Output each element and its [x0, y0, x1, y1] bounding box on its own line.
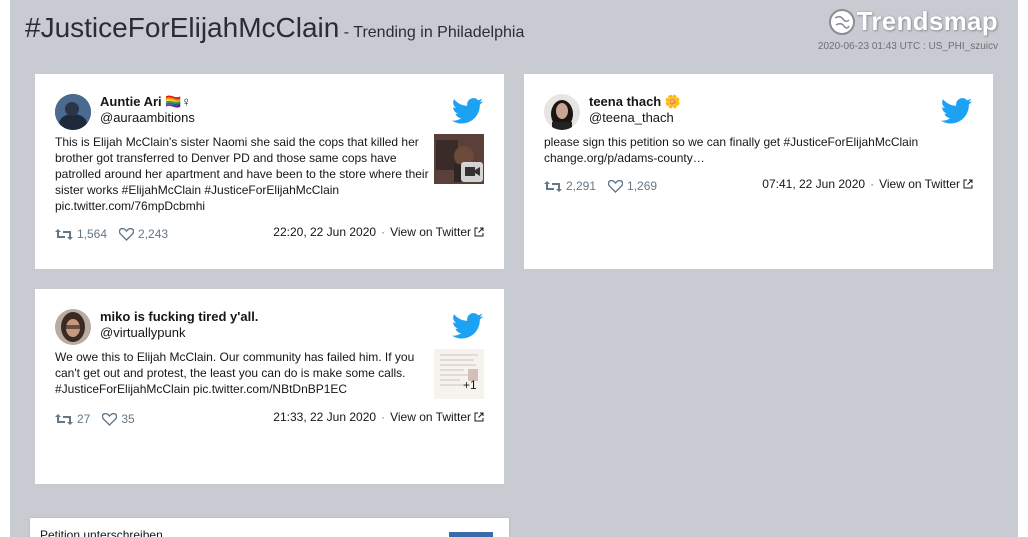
- retweet-count-value: 1,564: [77, 227, 108, 241]
- like-count-value: 35: [121, 412, 135, 426]
- tweet-time[interactable]: 22:20, 22 Jun 2020: [273, 225, 376, 239]
- petition-thumbnail[interactable]: [449, 532, 493, 537]
- external-link-icon: [963, 179, 973, 189]
- retweet-count[interactable]: 1,564: [55, 227, 107, 241]
- tweet-meta: 07:41, 22 Jun 2020 · View on Twitter: [762, 177, 973, 191]
- like-count-value: 1,269: [627, 179, 658, 193]
- avatar[interactable]: [55, 94, 91, 130]
- tweet-media-thumbnail[interactable]: +1: [434, 349, 484, 399]
- like-count[interactable]: 1,269: [608, 179, 657, 193]
- globe-icon: [828, 8, 855, 35]
- user-handle[interactable]: @virtuallypunk: [100, 325, 185, 340]
- petition-label[interactable]: Petition unterschreiben: [40, 528, 163, 537]
- trendsmap-logo[interactable]: Trendsmap: [828, 6, 998, 37]
- like-count-value: 2,243: [138, 227, 169, 241]
- tweet-stats: 2,291 1,269: [544, 179, 669, 193]
- retweet-icon: [55, 228, 73, 240]
- external-link-icon: [474, 227, 484, 237]
- tweet-meta: 21:33, 22 Jun 2020 · View on Twitter: [273, 410, 484, 424]
- heart-icon: [102, 412, 118, 426]
- tweet-stats: 1,564 2,243: [55, 227, 180, 241]
- separator-dot: ·: [870, 177, 875, 191]
- trendsmap-frame: #JusticeForElijahMcClain - Trending in P…: [10, 0, 1018, 537]
- retweet-count[interactable]: 27: [55, 412, 90, 426]
- hashtag-title[interactable]: #JusticeForElijahMcClain: [25, 12, 339, 43]
- twitter-bird-icon[interactable]: [452, 98, 484, 124]
- view-on-twitter-link[interactable]: View on Twitter: [879, 177, 960, 191]
- avatar[interactable]: [55, 309, 91, 345]
- retweet-count[interactable]: 2,291: [544, 179, 596, 193]
- tweet-text: please sign this petition so we can fina…: [544, 135, 919, 165]
- user-handle[interactable]: @auraambitions: [100, 110, 195, 125]
- separator-dot: ·: [381, 225, 386, 239]
- tweet-media-thumbnail[interactable]: [434, 134, 484, 184]
- petition-card[interactable]: Petition unterschreiben: [30, 518, 509, 537]
- heart-icon: [608, 179, 624, 193]
- more-media-count: +1: [463, 378, 477, 392]
- tweet-card: miko is fucking tired y'all. @virtuallyp…: [35, 289, 504, 484]
- tweet-text: This is Elijah McClain's sister Naomi sh…: [55, 135, 429, 213]
- page-title: #JusticeForElijahMcClain - Trending in P…: [25, 12, 524, 44]
- trending-location: - Trending in Philadelphia: [339, 24, 525, 41]
- retweet-icon: [55, 413, 73, 425]
- view-on-twitter-link[interactable]: View on Twitter: [390, 225, 471, 239]
- retweet-count-value: 27: [77, 412, 91, 426]
- tweet-text: We owe this to Elijah McClain. Our commu…: [55, 350, 415, 396]
- tweet-meta: 22:20, 22 Jun 2020 · View on Twitter: [273, 225, 484, 239]
- twitter-bird-icon[interactable]: [941, 98, 973, 124]
- tweet-card: Auntie Ari 🏳️‍🌈♀ @auraambitions This is …: [35, 74, 504, 269]
- twitter-bird-icon[interactable]: [452, 313, 484, 339]
- like-count[interactable]: 2,243: [119, 227, 168, 241]
- like-count[interactable]: 35: [102, 412, 135, 426]
- tweet-time[interactable]: 07:41, 22 Jun 2020: [762, 177, 865, 191]
- retweet-count-value: 2,291: [566, 179, 597, 193]
- timestamp-location: 2020-06-23 01:43 UTC : US_PHI_szuicv: [817, 41, 998, 52]
- tweet-time[interactable]: 21:33, 22 Jun 2020: [273, 410, 376, 424]
- retweet-icon: [544, 180, 562, 192]
- user-handle[interactable]: @teena_thach: [589, 110, 674, 125]
- user-display-name[interactable]: teena thach 🌼: [589, 94, 681, 110]
- separator-dot: ·: [381, 410, 386, 424]
- tweet-stats: 27 35: [55, 412, 147, 426]
- heart-icon: [119, 227, 135, 241]
- user-display-name[interactable]: Auntie Ari 🏳️‍🌈♀: [100, 94, 191, 110]
- external-link-icon: [474, 412, 484, 422]
- user-display-name[interactable]: miko is fucking tired y'all.: [100, 309, 258, 324]
- view-on-twitter-link[interactable]: View on Twitter: [390, 410, 471, 424]
- avatar[interactable]: [544, 94, 580, 130]
- logo-text: Trendsmap: [856, 6, 998, 36]
- tweet-card: teena thach 🌼 @teena_thach please sign t…: [524, 74, 993, 269]
